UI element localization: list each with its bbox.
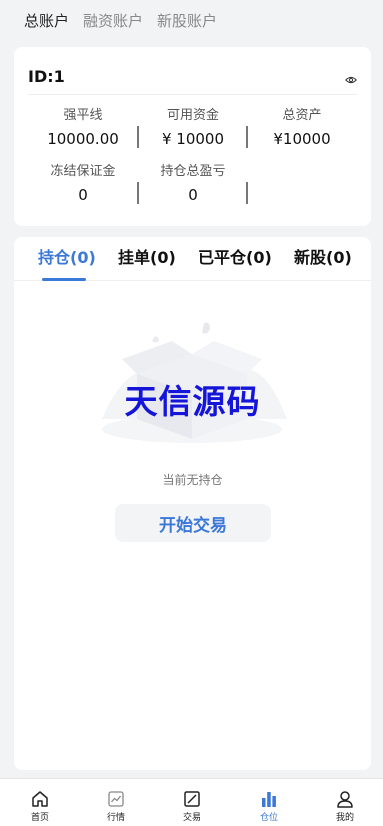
nav-label: 行情 [106,813,125,823]
tab-holdings[interactable]: 持仓(0) [38,247,96,269]
stat-value: ¥10000 [273,130,331,148]
eye-icon[interactable] [345,71,357,83]
watermark-text: 天信源码 [124,382,261,421]
stat-value: ¥ 10000 [161,130,225,148]
nav-label: 交易 [182,813,201,823]
nav-label: 仓位 [259,813,278,823]
tab-ipo-account[interactable]: 新股账户 [157,10,217,31]
nav-home[interactable]: 首页 [10,779,70,826]
account-summary-card: ID:1 强平线 10000.00 可用资金 ¥ 10000 总资产 ¥1000… [14,47,371,226]
home-icon [32,791,48,807]
position-tabs: 持仓(0) 挂单(0) 已平仓(0) 新股(0) [14,237,371,281]
stat-label: 强平线 [63,108,103,123]
start-trading-button[interactable]: 开始交易 [115,504,271,542]
nav-market[interactable]: 行情 [86,779,146,826]
positions-card: 持仓(0) 挂单(0) 已平仓(0) 新股(0) 天信源码 当前无持仓 开始交易 [14,237,371,770]
tab-margin-account[interactable]: 融资账户 [83,10,143,31]
nav-profile[interactable]: 我的 [315,779,375,826]
stat-divider [246,182,248,204]
bottom-navigation: 首页 行情 交易 仓位 我的 [0,778,383,826]
stat-liquidation-line: 强平线 10000.00 [28,105,138,151]
stat-available-funds: 可用资金 ¥ 10000 [138,105,248,151]
stat-total-assets: 总资产 ¥10000 [247,105,357,151]
active-tab-indicator [42,278,86,281]
stat-label: 可用资金 [166,108,219,123]
stat-label: 持仓总盈亏 [160,164,226,179]
trade-icon [184,791,200,807]
stat-value: 0 [188,186,198,204]
tab-new-shares[interactable]: 新股(0) [294,247,352,269]
position-bars-icon [262,792,276,807]
stat-label: 总资产 [282,108,322,123]
market-chart-icon [108,791,124,807]
empty-state-message: 当前无持仓 [162,473,223,487]
stat-frozen-margin: 冻结保证金 0 [28,161,138,207]
nav-label: 首页 [30,813,49,823]
stat-value: 10000.00 [47,130,119,148]
account-tabs: 总账户 融资账户 新股账户 [0,0,383,40]
user-icon [337,791,353,808]
tab-total-account[interactable]: 总账户 [24,10,69,31]
stat-label: 冻结保证金 [50,164,116,179]
account-id: ID:1 [28,67,65,86]
tab-pending-orders[interactable]: 挂单(0) [118,247,176,269]
stat-value: 0 [78,186,88,204]
nav-positions[interactable]: 仓位 [239,779,299,826]
stat-position-pnl: 持仓总盈亏 0 [138,161,248,207]
nav-label: 我的 [335,813,354,823]
tab-closed[interactable]: 已平仓(0) [198,247,272,269]
nav-trade[interactable]: 交易 [162,779,222,826]
account-header: ID:1 [28,59,357,95]
